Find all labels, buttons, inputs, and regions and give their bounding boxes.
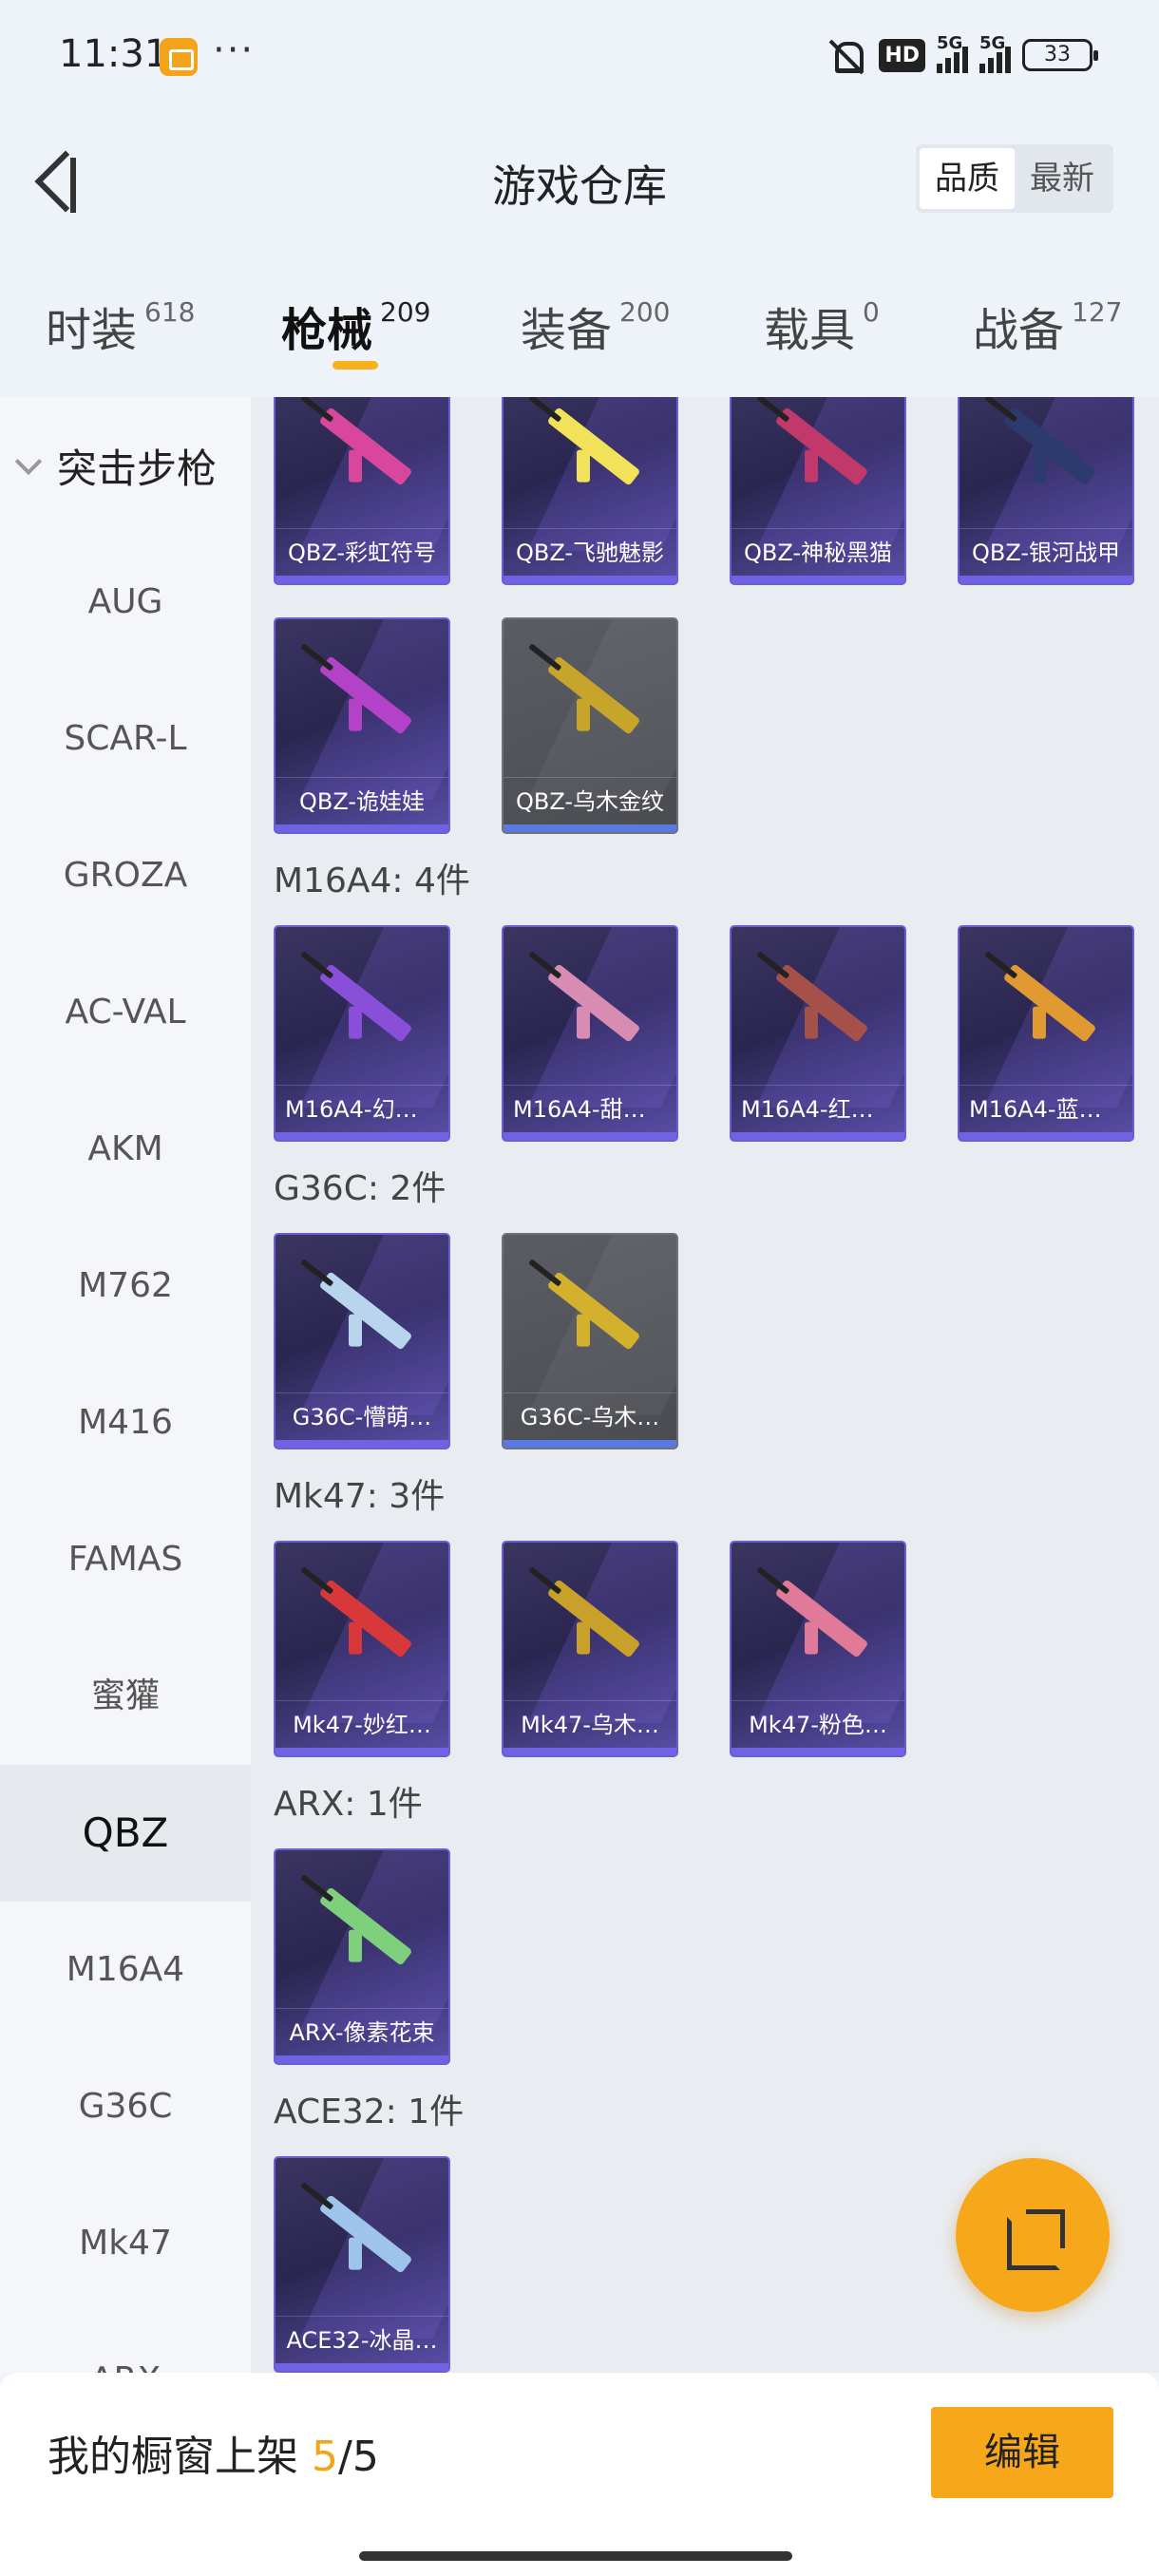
more-notifications-icon: ···: [213, 28, 256, 72]
tab-fashion[interactable]: 时装 618: [46, 293, 195, 359]
sidebar-item-mk47[interactable]: Mk47: [0, 2175, 251, 2312]
tab-guns[interactable]: 枪械 209: [281, 293, 430, 359]
weapon-card[interactable]: M16A4-蓝色…: [958, 925, 1134, 1142]
sidebar-item-arx[interactable]: ARX: [0, 2312, 251, 2373]
home-indicator[interactable]: [359, 2551, 792, 2561]
section-title-g36c: G36C: 2件: [274, 1169, 446, 1208]
active-tab-indicator: [332, 361, 378, 369]
sidebar-item-famas[interactable]: FAMAS: [0, 1491, 251, 1628]
edit-button[interactable]: 编辑: [931, 2407, 1113, 2498]
mute-icon: [826, 36, 867, 74]
weapon-sidebar: 突击步枪 AUG SCAR-L GROZA AC-VAL AKM M762 M4…: [0, 397, 251, 2373]
showcase-status: 我的橱窗上架 5/5: [48, 2433, 379, 2481]
status-bar: 11:31 ··· HD 5G 5G 33: [0, 0, 1159, 114]
weapon-card[interactable]: M16A4-甜心…: [502, 925, 678, 1142]
sidebar-item-aug[interactable]: AUG: [0, 534, 251, 671]
section-title-mk47: Mk47: 3件: [274, 1477, 446, 1516]
chevron-down-icon: [14, 447, 43, 475]
sort-toggle: 品质 最新: [916, 144, 1113, 213]
weapon-card[interactable]: QBZ-彩虹符号: [274, 397, 450, 585]
showcase-bar: 我的橱窗上架 5/5 编辑: [0, 2373, 1159, 2576]
weapon-card[interactable]: ARX-像素花束: [274, 1848, 450, 2065]
sidebar-item-groza[interactable]: GROZA: [0, 807, 251, 944]
weapon-card[interactable]: M16A4-幻世…: [274, 925, 450, 1142]
sidebar-item-g36c[interactable]: G36C: [0, 2038, 251, 2175]
weapon-card[interactable]: G36C-乌木…: [502, 1233, 678, 1449]
weapon-card[interactable]: M16A4-红色…: [730, 925, 906, 1142]
header: 游戏仓库 品质 最新: [0, 114, 1159, 247]
weapon-grid: QBZ-彩虹符号 QBZ-飞驰魅影 QBZ-神秘黑猫 QBZ-银河战甲 QBZ-…: [251, 397, 1159, 2373]
weapon-card[interactable]: Mk47-乌木…: [502, 1541, 678, 1757]
category-header[interactable]: 突击步枪: [14, 437, 217, 495]
status-time: 11:31: [59, 32, 169, 76]
app-notification-icon: [160, 38, 198, 76]
section-title-m16a4: M16A4: 4件: [274, 862, 470, 900]
sidebar-item-scar-l[interactable]: SCAR-L: [0, 671, 251, 807]
tab-supplies[interactable]: 战备 127: [973, 293, 1122, 359]
weapon-card[interactable]: QBZ-飞驰魅影: [502, 397, 678, 585]
category-tabs: 时装 618 枪械 209 装备 200 载具 0 战备 127: [0, 247, 1159, 397]
weapon-card[interactable]: Mk47-粉色…: [730, 1541, 906, 1757]
sidebar-item-akm[interactable]: AKM: [0, 1081, 251, 1218]
sort-latest-button[interactable]: 最新: [1015, 148, 1110, 209]
sidebar-item-honey-badger[interactable]: 蜜獾: [0, 1628, 251, 1765]
weapon-card[interactable]: QBZ-银河战甲: [958, 397, 1134, 585]
signal-icon: 5G: [937, 33, 968, 73]
sidebar-item-ac-val[interactable]: AC-VAL: [0, 944, 251, 1081]
tab-vehicles[interactable]: 载具 0: [764, 293, 880, 359]
share-icon: [1007, 2209, 1065, 2270]
section-title-ace32: ACE32: 1件: [274, 2093, 465, 2131]
sidebar-item-m16a4[interactable]: M16A4: [0, 1902, 251, 2038]
weapon-card[interactable]: G36C-懵萌…: [274, 1233, 450, 1449]
weapon-card[interactable]: Mk47-妙红…: [274, 1541, 450, 1757]
section-title-arx: ARX: 1件: [274, 1785, 423, 1824]
signal-icon: 5G: [979, 33, 1011, 73]
weapon-card[interactable]: QBZ-乌木金纹: [502, 617, 678, 834]
share-button[interactable]: [956, 2158, 1110, 2312]
weapon-card[interactable]: QBZ-神秘黑猫: [730, 397, 906, 585]
sidebar-item-m416[interactable]: M416: [0, 1354, 251, 1491]
weapon-card[interactable]: ACE32-冰晶…: [274, 2156, 450, 2373]
sidebar-item-m762[interactable]: M762: [0, 1218, 251, 1354]
sort-quality-button[interactable]: 品质: [920, 148, 1015, 209]
hd-icon: HD: [879, 38, 925, 72]
weapon-card[interactable]: QBZ-诡娃娃: [274, 617, 450, 834]
tab-equipment[interactable]: 装备 200: [521, 293, 670, 359]
battery-icon: 33: [1022, 39, 1098, 71]
sidebar-item-qbz[interactable]: QBZ: [0, 1765, 251, 1902]
